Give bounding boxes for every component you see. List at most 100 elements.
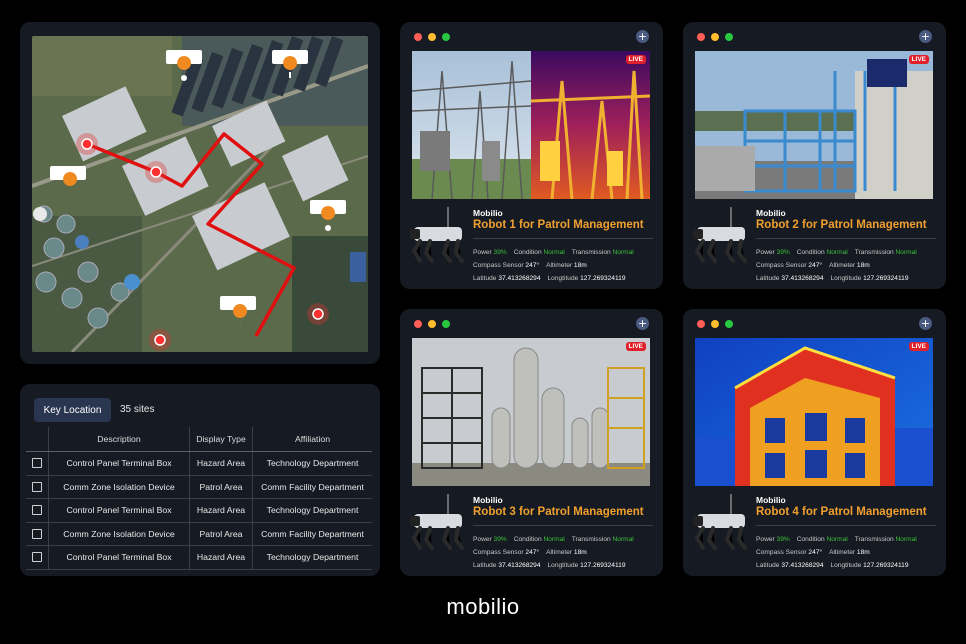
- key-location-panel: Key Location 35 sites Description Displa…: [20, 384, 380, 576]
- longitude-value: 127.269324119: [863, 562, 909, 569]
- camera-feed[interactable]: LIVE: [695, 338, 933, 486]
- row-checkbox[interactable]: [32, 505, 42, 516]
- cell-description: Comm Zone Isolation Device: [49, 522, 190, 545]
- power-value: 39%: [493, 536, 507, 543]
- window-controls: [697, 33, 733, 41]
- add-icon[interactable]: +: [636, 30, 649, 43]
- table-row[interactable]: Control Panel Terminal Box Hazard Area T…: [26, 499, 372, 523]
- compass-value: 247°: [808, 549, 823, 556]
- robot-stats: Power 39% Condition Normal Transmission No…: [756, 536, 917, 569]
- table-row[interactable]: Control Panel Terminal Box Hazard Area T…: [26, 452, 372, 476]
- condition-value: Normal: [543, 249, 565, 256]
- altimeter-value: 18m: [573, 549, 587, 556]
- condition-value: Normal: [826, 536, 848, 543]
- maximize-dot[interactable]: [442, 320, 450, 328]
- location-table: Description Display Type Affiliation Con…: [26, 427, 372, 570]
- power-value: 39%: [776, 536, 790, 543]
- maximize-dot[interactable]: [725, 33, 733, 41]
- window-controls: [414, 33, 450, 41]
- cell-affiliation: Comm Facility Department: [261, 528, 364, 539]
- compass-value: 247°: [808, 262, 823, 269]
- condition-value: Normal: [826, 249, 848, 256]
- power-value: 39%: [493, 249, 507, 256]
- robot-dog-icon: [410, 494, 464, 550]
- cell-display-type: Hazard Area: [190, 452, 253, 475]
- altimeter-value: 18m: [856, 549, 870, 556]
- live-badge: LIVE: [908, 342, 929, 351]
- table-row[interactable]: Control Panel Terminal Box Hazard Area T…: [26, 546, 372, 570]
- cell-display-type: Patrol Area: [190, 475, 253, 498]
- key-location-button[interactable]: Key Location: [34, 398, 111, 422]
- cell-affiliation: Technology Department: [266, 505, 359, 516]
- divider: [756, 525, 936, 526]
- cell-display-type: Hazard Area: [190, 546, 253, 569]
- live-badge: LIVE: [908, 55, 929, 64]
- close-dot[interactable]: [697, 320, 705, 328]
- altimeter-value: 18m: [856, 262, 870, 269]
- robot-card-2: + LIVE Mobilio Robot 2 for Patrol Manage…: [683, 22, 946, 289]
- robot-title: Robot 3 for Patrol Management: [473, 506, 644, 518]
- transmission-value: Normal: [895, 536, 917, 543]
- close-dot[interactable]: [414, 33, 422, 41]
- divider: [473, 525, 653, 526]
- minimize-dot[interactable]: [428, 33, 436, 41]
- window-controls: [414, 320, 450, 328]
- row-checkbox[interactable]: [32, 458, 42, 469]
- minimize-dot[interactable]: [711, 320, 719, 328]
- robot-title: Robot 1 for Patrol Management: [473, 219, 644, 231]
- column-header-display-type: Display Type: [190, 427, 253, 451]
- table-row[interactable]: Comm Zone Isolation Device Patrol Area C…: [26, 522, 372, 546]
- robot-card-4: + LIVE Mobilio Robot 4 for Patrol Manage…: [683, 309, 946, 576]
- cell-description: Control Panel Terminal Box: [49, 546, 190, 569]
- live-badge: LIVE: [625, 55, 646, 64]
- longitude-value: 127.269324119: [580, 275, 626, 282]
- robot-dog-icon: [693, 207, 747, 263]
- brand-label: Mobilio: [473, 208, 503, 218]
- satellite-map[interactable]: [32, 36, 368, 352]
- latitude-value: 37.413268294: [781, 275, 824, 282]
- table-row[interactable]: Comm Zone Isolation Device Patrol Area C…: [26, 475, 372, 499]
- column-header-affiliation: Affiliation: [294, 434, 331, 444]
- site-count: 35 sites: [120, 404, 155, 415]
- robot-title: Robot 4 for Patrol Management: [756, 506, 927, 518]
- divider: [473, 238, 653, 239]
- cell-display-type: Hazard Area: [190, 499, 253, 522]
- window-controls: [697, 320, 733, 328]
- camera-feed[interactable]: LIVE: [412, 51, 650, 199]
- camera-feed[interactable]: LIVE: [695, 51, 933, 199]
- add-icon[interactable]: +: [636, 317, 649, 330]
- minimize-dot[interactable]: [711, 33, 719, 41]
- maximize-dot[interactable]: [725, 320, 733, 328]
- maximize-dot[interactable]: [442, 33, 450, 41]
- add-icon[interactable]: +: [919, 317, 932, 330]
- cell-affiliation: Comm Facility Department: [261, 481, 364, 492]
- robot-stats: Power 39% Condition Normal Transmission No…: [473, 249, 634, 282]
- close-dot[interactable]: [414, 320, 422, 328]
- compass-value: 247°: [525, 549, 540, 556]
- compass-value: 247°: [525, 262, 540, 269]
- robot-dog-icon: [410, 207, 464, 263]
- longitude-value: 127.269324119: [580, 562, 626, 569]
- altimeter-value: 18m: [573, 262, 587, 269]
- camera-feed[interactable]: LIVE: [412, 338, 650, 486]
- close-dot[interactable]: [697, 33, 705, 41]
- add-icon[interactable]: +: [919, 30, 932, 43]
- latitude-value: 37.413268294: [781, 562, 824, 569]
- cell-description: Control Panel Terminal Box: [49, 452, 190, 475]
- brand-label: Mobilio: [473, 495, 503, 505]
- live-badge: LIVE: [625, 342, 646, 351]
- row-checkbox[interactable]: [32, 552, 42, 563]
- cell-description: Comm Zone Isolation Device: [49, 475, 190, 498]
- latitude-value: 37.413268294: [498, 275, 541, 282]
- map-panel: [20, 22, 380, 364]
- row-checkbox[interactable]: [32, 481, 42, 492]
- table-header: Description Display Type Affiliation: [26, 427, 372, 452]
- divider: [756, 238, 936, 239]
- robot-stats: Power 39% Condition Normal Transmission No…: [756, 249, 917, 282]
- minimize-dot[interactable]: [428, 320, 436, 328]
- robot-card-3: + LIVE Mobilio Robot 3 for Patrol Manage…: [400, 309, 663, 576]
- row-checkbox[interactable]: [32, 528, 42, 539]
- column-header-description: Description: [49, 427, 190, 451]
- cell-affiliation: Technology Department: [266, 552, 359, 563]
- condition-value: Normal: [543, 536, 565, 543]
